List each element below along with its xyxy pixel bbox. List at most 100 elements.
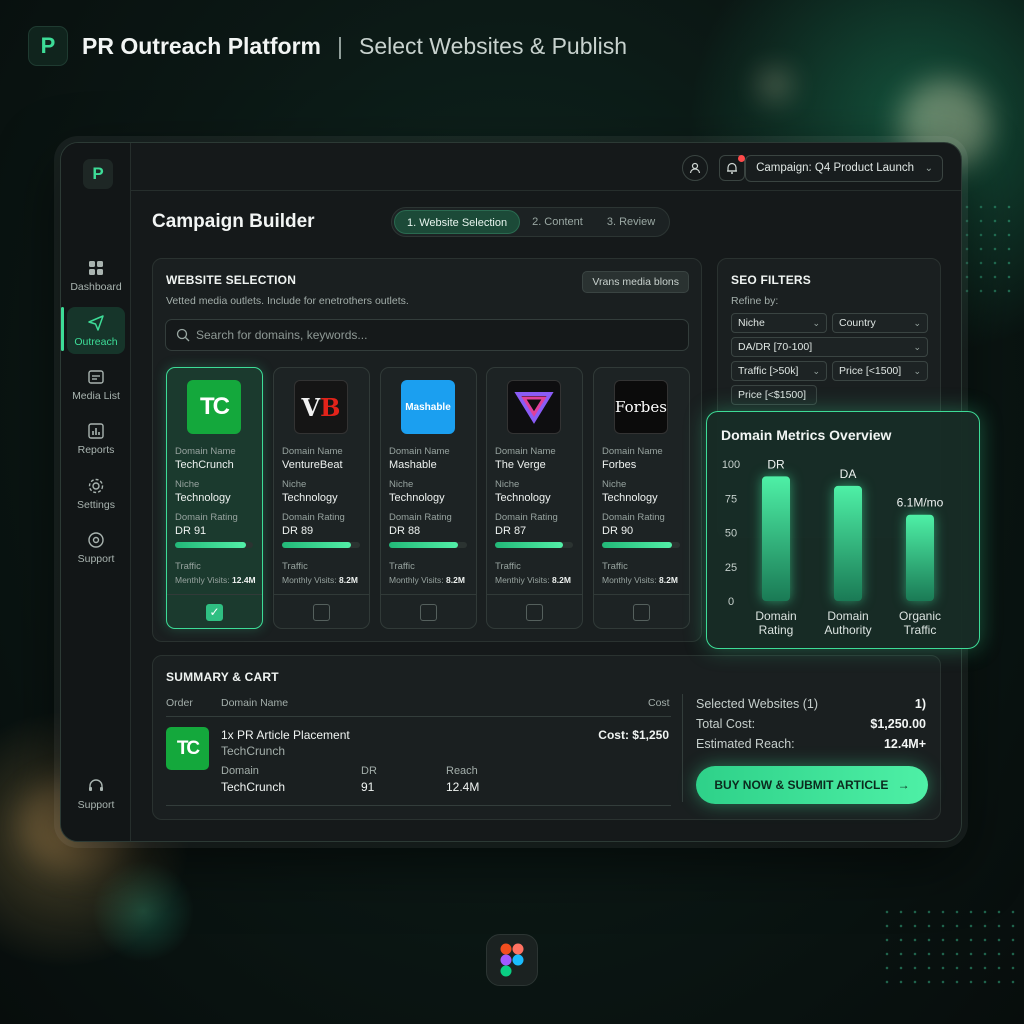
rating-label: Domain Rating — [495, 512, 558, 523]
niche-label: Niche — [495, 479, 520, 490]
sidebar-item-settings[interactable]: Settings — [61, 477, 131, 511]
rating-value: DR 87 — [495, 525, 527, 537]
filters-title: SEO FILTERS — [731, 273, 811, 287]
rating-bar-fill — [282, 542, 352, 548]
campaign-select[interactable]: Campaign: Q4 Product Launch ⌄ — [745, 155, 943, 182]
bar-data-label: 6.1M/mo — [897, 496, 944, 510]
select-checkbox[interactable] — [420, 604, 437, 621]
rating-label: Domain Rating — [282, 512, 345, 523]
rating-bar — [175, 542, 253, 548]
chevron-down-icon: ⌄ — [913, 342, 921, 352]
bell-icon — [727, 162, 737, 174]
total-value: $1,250.00 — [870, 717, 926, 731]
search-icon — [176, 328, 190, 342]
step-tabs: 1. Website Selection 2. Content 3. Revie… — [391, 207, 671, 237]
sidebar-item-label: Reports — [77, 444, 115, 456]
profile-button[interactable] — [682, 155, 708, 181]
traffic-label: Traffic — [389, 561, 415, 572]
cost-header: Cost — [648, 697, 670, 709]
sidebar: P Dashboard Outreach Media List Reports … — [61, 143, 131, 841]
user-icon — [689, 162, 701, 174]
detail-label: DR — [361, 765, 377, 777]
sidebar-item-support[interactable]: Support — [61, 531, 131, 565]
traffic-label: Traffic — [495, 561, 521, 572]
sidebar-item-label: Support — [77, 799, 115, 811]
tab-content[interactable]: 2. Content — [520, 210, 595, 234]
filter-label: Price [<$1500] — [738, 389, 807, 401]
price-filter[interactable]: Price [<1500] ⌄ — [832, 361, 928, 381]
select-checkbox[interactable] — [633, 604, 650, 621]
filter-label: Country — [839, 317, 876, 329]
monthly-visits: Monthly Visits: 8.2M — [389, 575, 465, 585]
detail-value: 91 — [361, 780, 375, 794]
visits-value: 12.4M — [232, 575, 256, 585]
figma-badge — [486, 934, 538, 986]
x-tick-label: Authority — [824, 623, 871, 637]
sidebar-item-dashboard[interactable]: Dashboard — [61, 259, 131, 293]
figma-icon — [500, 943, 524, 977]
domain-label: Domain Name — [175, 446, 236, 457]
niche-filter[interactable]: Niche ⌄ — [731, 313, 827, 333]
traffic-label: Traffic — [602, 561, 628, 572]
select-checkbox[interactable] — [313, 604, 330, 621]
buy-now-button[interactable]: BUY NOW & SUBMIT ARTICLE → — [696, 766, 928, 804]
media-options-button[interactable]: Vrans media blons — [582, 271, 689, 293]
campaign-select-value: Campaign: Q4 Product Launch — [756, 162, 914, 174]
niche-value: Technology — [175, 492, 231, 504]
rating-value: DR 88 — [389, 525, 421, 537]
page-title: Campaign Builder — [152, 211, 315, 232]
app-title: PR Outreach Platform — [82, 32, 321, 59]
country-filter[interactable]: Country ⌄ — [832, 313, 928, 333]
rating-bar — [495, 542, 573, 548]
detail-value: 12.4M — [446, 780, 480, 794]
tab-review[interactable]: 3. Review — [595, 210, 667, 234]
buy-now-label: BUY NOW & SUBMIT ARTICLE — [714, 778, 889, 792]
search-placeholder: Search for domains, keywords... — [196, 328, 368, 342]
detail-value: TechCrunch — [221, 780, 286, 794]
select-checkbox[interactable]: ✓ — [206, 604, 223, 621]
website-card-forbes[interactable]: Forbes Domain Name Forbes Niche Technolo… — [593, 367, 690, 629]
monthly-visits: Menthiy Visits: 8.2M — [495, 575, 571, 585]
search-input[interactable]: Search for domains, keywords... — [165, 319, 689, 351]
select-checkbox[interactable] — [526, 604, 543, 621]
visits-label: Monthly Visits: — [282, 575, 337, 585]
visits-label: Menthiy Visits: — [495, 575, 550, 585]
y-tick-label: 50 — [725, 528, 737, 540]
niche-value: Technology — [602, 492, 658, 504]
table-divider — [166, 716, 671, 717]
sidebar-item-support-bottom[interactable]: Support — [61, 777, 131, 811]
sidebar-item-label: Support — [77, 553, 115, 565]
website-card-venturebeat[interactable]: VB Domain Name VentureBeat Niche Technol… — [273, 367, 370, 629]
visits-value: 8.2M — [339, 575, 358, 585]
panel-title: WEBSITE SELECTION — [166, 273, 297, 287]
niche-label: Niche — [389, 479, 414, 490]
website-card-techcrunch[interactable]: TC Domain Name TechCrunch Niche Technolo… — [166, 367, 263, 629]
da-dr-filter[interactable]: DA/DR [70-100] ⌄ — [731, 337, 928, 357]
background-dots — [880, 905, 1020, 985]
domain-metrics-card: Domain Metrics Overview 0 25 50 75 100 DR Doma… — [706, 411, 980, 649]
monthly-visits: Menthly Visits: 12.4M — [175, 575, 256, 585]
traffic-filter[interactable]: Traffic [>50k] ⌄ — [731, 361, 827, 381]
sidebar-item-media-list[interactable]: Media List — [61, 368, 131, 402]
sidebar-item-outreach[interactable]: Outreach — [67, 307, 125, 354]
filter-label: Traffic [>50k] — [738, 365, 799, 377]
topbar: Campaign: Q4 Product Launch ⌄ — [131, 143, 961, 191]
tab-website-selection[interactable]: 1. Website Selection — [394, 210, 521, 234]
chevron-down-icon: ⌄ — [812, 318, 820, 328]
domain-value: Mashable — [389, 459, 437, 471]
the-verge-logo — [507, 380, 561, 434]
sidebar-item-label: Dashboard — [70, 281, 122, 293]
app-logo: P — [28, 26, 68, 66]
traffic-label: Traffic — [282, 561, 308, 572]
chevron-down-icon: ⌄ — [913, 366, 921, 376]
notifications-button[interactable] — [719, 155, 745, 181]
website-card-mashable[interactable]: Mashable Domain Name Mashable Niche Tech… — [380, 367, 477, 629]
website-card-the-verge[interactable]: Domain Name The Verge Niche Technology D… — [486, 367, 583, 629]
domain-label: Domain Name — [282, 446, 343, 457]
y-tick-label: 0 — [728, 596, 734, 608]
sidebar-item-reports[interactable]: Reports — [61, 422, 131, 456]
chevron-down-icon: ⌄ — [812, 366, 820, 376]
media-icon — [88, 370, 104, 384]
price-tag-filter[interactable]: Price [<$1500] — [731, 385, 817, 405]
visits-value: 8.2M — [659, 575, 678, 585]
